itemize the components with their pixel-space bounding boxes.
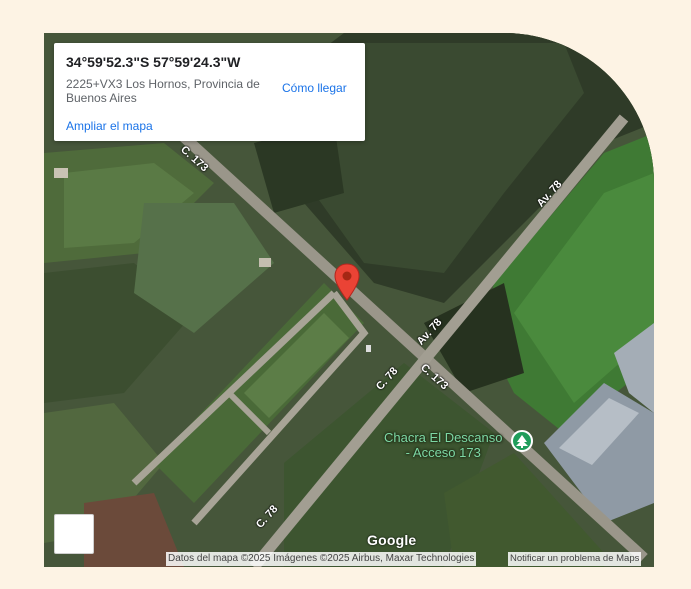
map-attribution: Datos del mapa ©2025 Imágenes ©2025 Airb… — [166, 552, 477, 566]
map-pin-icon[interactable] — [334, 263, 360, 303]
tree-icon[interactable] — [511, 430, 533, 452]
place-info-card: 34°59'52.3"S 57°59'24.3"W 2225+VX3 Los H… — [54, 43, 365, 141]
map-type-control[interactable] — [54, 514, 94, 554]
tree-icon-glyph — [516, 435, 528, 448]
google-logo: Google — [367, 532, 417, 548]
report-problem-link[interactable]: Notificar un problema de Maps — [508, 552, 642, 566]
place-label[interactable]: Chacra El Descanso - Acceso 173 — [384, 430, 503, 460]
directions-link[interactable]: Cómo llegar — [282, 81, 347, 95]
enlarge-map-link[interactable]: Ampliar el mapa — [66, 119, 153, 133]
coordinates-title: 34°59'52.3"S 57°59'24.3"W — [66, 54, 241, 70]
place-name-line1: Chacra El Descanso — [384, 430, 503, 445]
map-pin-shape — [334, 263, 360, 301]
address-text: 2225+VX3 Los Hornos, Provincia de Buenos… — [66, 77, 260, 105]
satellite-map[interactable]: C. 173 Av. 78 Av. 78 C. 78 C. 173 C. 78 … — [44, 33, 654, 567]
place-name-line2: - Acceso 173 — [405, 445, 481, 460]
